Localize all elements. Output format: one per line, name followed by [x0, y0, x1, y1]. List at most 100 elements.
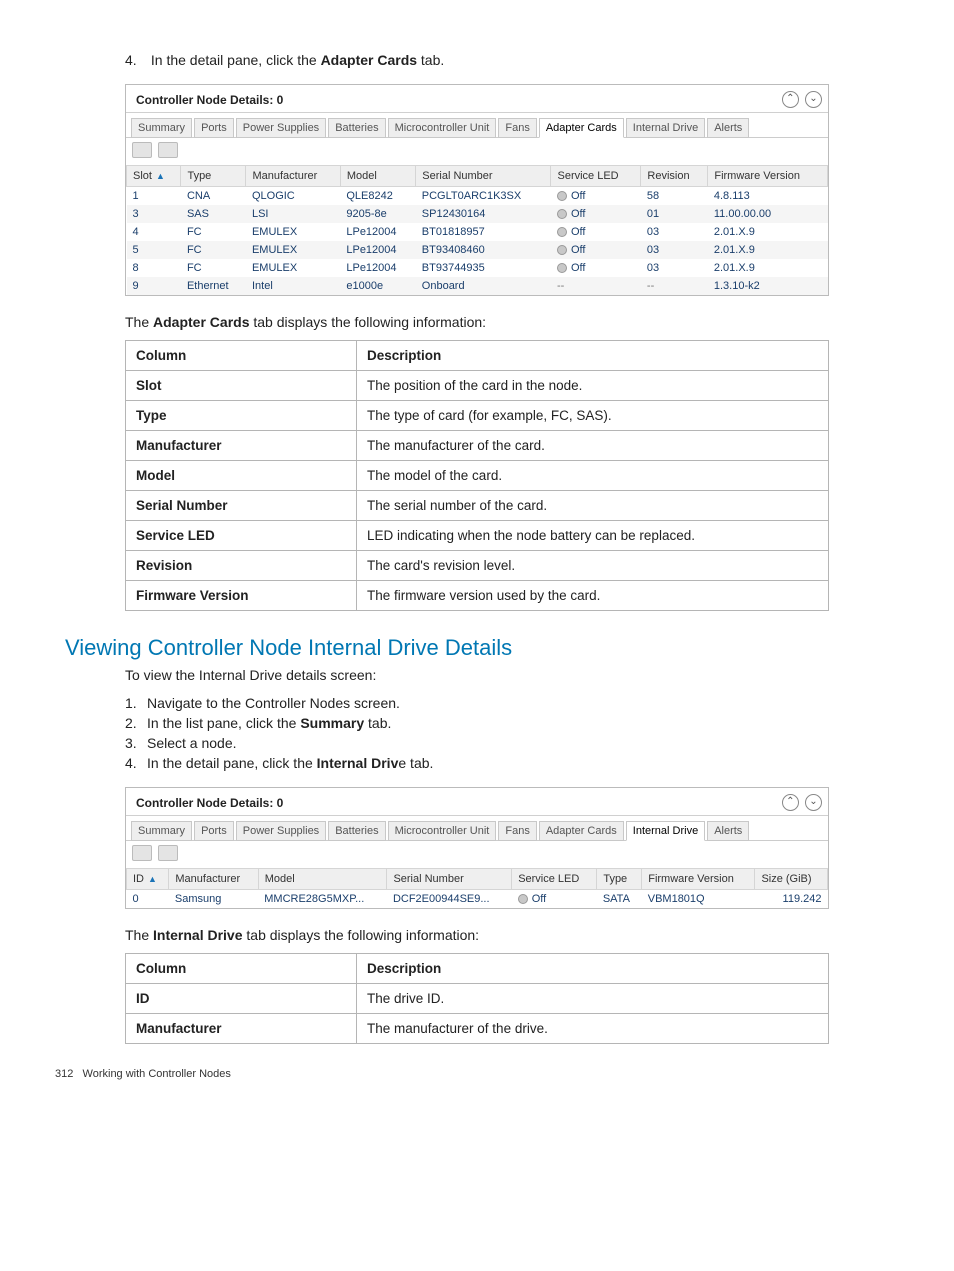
grid-header[interactable]: Model: [258, 869, 387, 890]
cell: 03: [641, 223, 708, 241]
tab-alerts[interactable]: Alerts: [707, 118, 749, 138]
sort-asc-icon: ▲: [148, 874, 157, 884]
grid-header[interactable]: Size (GiB): [755, 869, 828, 890]
table-row[interactable]: 9EthernetIntele1000eOnboard----1.3.10-k2: [127, 277, 828, 295]
tab-fans[interactable]: Fans: [498, 118, 536, 138]
table-row[interactable]: 5FCEMULEXLPe12004BT93408460Off032.01.X.9: [127, 241, 828, 259]
table-row: ModelThe model of the card.: [126, 461, 829, 491]
col-header: Column: [126, 341, 357, 371]
led-off-icon: [557, 245, 567, 255]
cell: --: [551, 277, 641, 295]
cell: EMULEX: [246, 223, 340, 241]
collapse-up-icon[interactable]: ⌃: [782, 794, 799, 811]
step-text: Navigate to the Controller Nodes screen.: [147, 695, 400, 711]
text: The: [125, 314, 153, 330]
tab-alerts[interactable]: Alerts: [707, 821, 749, 841]
table-row: SlotThe position of the card in the node…: [126, 371, 829, 401]
grid-header[interactable]: Type: [597, 869, 642, 890]
cell: Intel: [246, 277, 340, 295]
expand-down-icon[interactable]: ⌄: [805, 794, 822, 811]
grid-header[interactable]: Service LED: [551, 166, 641, 187]
cell: 2.01.X.9: [708, 259, 828, 277]
step-text-pre: In the list pane, click the: [147, 715, 300, 731]
cell: CNA: [181, 187, 246, 206]
cell: 0: [127, 890, 169, 909]
grid-header[interactable]: Manufacturer: [246, 166, 340, 187]
page-footer: 312 Working with Controller Nodes: [55, 1068, 919, 1080]
tab-internal-drive[interactable]: Internal Drive: [626, 821, 705, 841]
cell: 9205-8e: [340, 205, 415, 223]
cell: SATA: [597, 890, 642, 909]
cell: 01: [641, 205, 708, 223]
cell: 1.3.10-k2: [708, 277, 828, 295]
tab-summary[interactable]: Summary: [131, 118, 192, 138]
panel-title: Controller Node Details: 0: [136, 796, 283, 810]
toolbar: [126, 138, 828, 165]
cell: FC: [181, 223, 246, 241]
cell: QLOGIC: [246, 187, 340, 206]
tab-adapter-cards[interactable]: Adapter Cards: [539, 821, 624, 841]
cell: 2.01.X.9: [708, 223, 828, 241]
cell: Service LED: [126, 521, 357, 551]
cell: The position of the card in the node.: [357, 371, 829, 401]
grid-header[interactable]: Service LED: [512, 869, 597, 890]
cell: 03: [641, 241, 708, 259]
tab-bar: SummaryPortsPower SuppliesBatteriesMicro…: [126, 113, 828, 138]
tab-internal-drive[interactable]: Internal Drive: [626, 118, 705, 138]
cell: 2.01.X.9: [708, 241, 828, 259]
grid-header[interactable]: Serial Number: [416, 166, 551, 187]
internal-intro: To view the Internal Drive details scree…: [125, 667, 919, 683]
grid-header[interactable]: Serial Number: [387, 869, 512, 890]
grid-header[interactable]: Slot▲: [127, 166, 181, 187]
tab-power-supplies[interactable]: Power Supplies: [236, 821, 326, 841]
table-row[interactable]: 8FCEMULEXLPe12004BT93744935Off032.01.X.9: [127, 259, 828, 277]
panel-header-icons: ⌃ ⌄: [779, 91, 822, 108]
table-row: ManufacturerThe manufacturer of the card…: [126, 431, 829, 461]
panel-title: Controller Node Details: 0: [136, 93, 283, 107]
tab-adapter-cards[interactable]: Adapter Cards: [539, 118, 624, 138]
grid-header[interactable]: Type: [181, 166, 246, 187]
grid-header[interactable]: Manufacturer: [169, 869, 258, 890]
cell: EMULEX: [246, 259, 340, 277]
tab-microcontroller-unit[interactable]: Microcontroller Unit: [388, 821, 497, 841]
tab-fans[interactable]: Fans: [498, 821, 536, 841]
step-text-bold: Summary: [300, 715, 364, 731]
step-text: Select a node.: [147, 735, 237, 751]
grid-header[interactable]: Model: [340, 166, 415, 187]
cell: 4: [127, 223, 181, 241]
panel-header-icons: ⌃ ⌄: [779, 794, 822, 811]
led-off-icon: [557, 227, 567, 237]
collapse-up-icon[interactable]: ⌃: [782, 91, 799, 108]
step-item: 1.Navigate to the Controller Nodes scree…: [125, 695, 919, 711]
table-row[interactable]: 1CNAQLOGICQLE8242PCGLT0ARC1K3SXOff584.8.…: [127, 187, 828, 206]
cell: Off: [551, 223, 641, 241]
tab-batteries[interactable]: Batteries: [328, 821, 385, 841]
tab-ports[interactable]: Ports: [194, 821, 234, 841]
grid-header[interactable]: Firmware Version: [642, 869, 755, 890]
table-row[interactable]: 3SASLSI9205-8eSP12430164Off0111.00.00.00: [127, 205, 828, 223]
tab-summary[interactable]: Summary: [131, 821, 192, 841]
grid-header[interactable]: Firmware Version: [708, 166, 828, 187]
table-row[interactable]: 4FCEMULEXLPe12004BT01818957Off032.01.X.9: [127, 223, 828, 241]
col-header: Description: [357, 341, 829, 371]
tab-ports[interactable]: Ports: [194, 118, 234, 138]
grid-header[interactable]: ID▲: [127, 869, 169, 890]
tab-batteries[interactable]: Batteries: [328, 118, 385, 138]
cell: SAS: [181, 205, 246, 223]
cell: FC: [181, 259, 246, 277]
tab-microcontroller-unit[interactable]: Microcontroller Unit: [388, 118, 497, 138]
grid-header[interactable]: Revision: [641, 166, 708, 187]
tab-power-supplies[interactable]: Power Supplies: [236, 118, 326, 138]
toolbar-icon[interactable]: [158, 845, 178, 861]
cell: PCGLT0ARC1K3SX: [416, 187, 551, 206]
expand-down-icon[interactable]: ⌄: [805, 91, 822, 108]
toolbar-icon[interactable]: [132, 845, 152, 861]
cell: Off: [551, 259, 641, 277]
cell: BT93408460: [416, 241, 551, 259]
adapter-cards-panel: Controller Node Details: 0 ⌃ ⌄ SummaryPo…: [125, 84, 829, 296]
table-row[interactable]: 0SamsungMMCRE28G5MXP...DCF2E00944SE9...O…: [127, 890, 828, 909]
toolbar-icon[interactable]: [158, 142, 178, 158]
toolbar-icon[interactable]: [132, 142, 152, 158]
cell: BT93744935: [416, 259, 551, 277]
cell: 119.242: [755, 890, 828, 909]
